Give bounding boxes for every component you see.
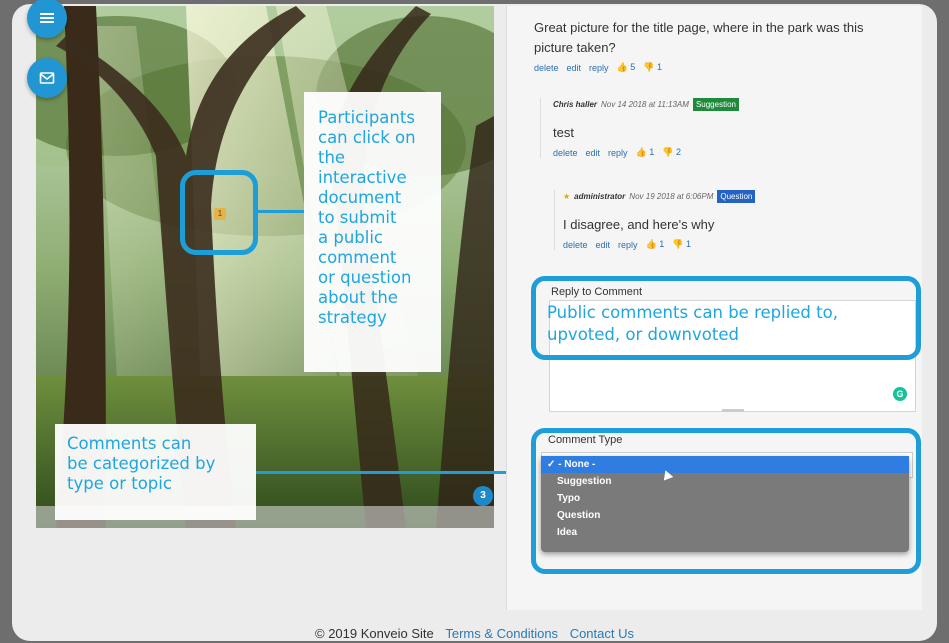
comment-date: Nov 14 2018 at 11:13AM [601, 100, 689, 109]
downvote-count: 2 [676, 147, 682, 157]
question-badge: Question [717, 190, 756, 203]
delete-link[interactable]: delete [553, 148, 578, 158]
comment-actions: delete edit reply 👍 1 👎 2 [553, 147, 914, 158]
upvote-count: 1 [649, 147, 655, 157]
callout-line: Public comments can be replied to, [547, 303, 838, 322]
callout-line: a public [318, 228, 384, 247]
thumbs-down-icon: 👎 [643, 62, 655, 72]
page-number-badge[interactable]: 3 [473, 486, 493, 506]
downvote-button[interactable]: 👎 2 [662, 147, 681, 158]
suggestion-badge: Suggestion [692, 98, 739, 111]
callout-line: Comments can [67, 434, 192, 453]
callout-line: document [318, 188, 402, 207]
thumbs-down-icon: 👎 [672, 239, 684, 249]
pin-callout-line [258, 210, 308, 213]
textarea-resize-handle[interactable] [722, 409, 744, 412]
comment-type-highlight-ring [531, 428, 921, 574]
mail-button[interactable] [27, 58, 67, 98]
thumbs-up-icon: 👍 [645, 239, 657, 249]
callout-line: Participants [318, 108, 415, 127]
thumbs-down-icon: 👎 [662, 147, 674, 157]
delete-link[interactable]: delete [563, 240, 588, 250]
terms-link[interactable]: Terms & Conditions [445, 626, 558, 641]
comment-reply-2: ★ administrator Nov 19 2018 at 6:06PM Qu… [554, 190, 914, 250]
downvote-button[interactable]: 👎 1 [672, 239, 691, 250]
upvote-button[interactable]: 👍 1 [636, 147, 655, 158]
hamburger-icon [40, 13, 54, 23]
upvote-count: 1 [659, 239, 665, 249]
upvote-button[interactable]: 👍 1 [646, 239, 665, 250]
callout-line: be categorized by [67, 454, 216, 473]
mail-icon [39, 72, 55, 84]
callout-line: about the [318, 288, 398, 307]
comment-date: Nov 19 2018 at 6:06PM [629, 192, 714, 201]
contact-link[interactable]: Contact Us [570, 626, 634, 641]
grammarly-icon[interactable]: G [893, 387, 907, 401]
copyright-text: © 2019 Konveio Site [315, 626, 434, 641]
comment-actions: delete edit reply 👍 1 👎 1 [563, 239, 914, 250]
reply-link[interactable]: reply [608, 148, 628, 158]
comment-top: Great picture for the title page, where … [534, 18, 914, 73]
interactive-document-callout: Participants can click on the interactiv… [304, 92, 441, 372]
callout-line: to submit [318, 208, 397, 227]
pin-highlight-ring [180, 170, 258, 255]
callout-line: comment [318, 248, 397, 267]
comment-actions: delete edit reply 👍 5 👎 1 [534, 62, 914, 73]
categorized-callout: Comments can be categorized by type or t… [55, 424, 256, 520]
comment-text-line: picture taken? [534, 40, 616, 55]
delete-link[interactable]: delete [534, 63, 559, 73]
callout-line: upvoted, or downvoted [547, 325, 739, 344]
upvote-button[interactable]: 👍 5 [617, 62, 636, 73]
reply-link[interactable]: reply [618, 240, 638, 250]
callout-line: or question [318, 268, 412, 287]
downvote-button[interactable]: 👎 1 [643, 62, 662, 73]
callout-line: the interactive [318, 148, 407, 187]
callout-line: strategy [318, 308, 387, 327]
reply-callout: Public comments can be replied to, upvot… [547, 302, 838, 346]
comment-author: Chris haller [553, 100, 598, 109]
edit-link[interactable]: edit [596, 240, 611, 250]
categorized-callout-line [256, 471, 531, 474]
site-footer: © 2019 Konveio Site Terms & Conditions C… [0, 626, 949, 641]
comment-text-line: Great picture for the title page, where … [534, 20, 864, 35]
comment-meta: Chris haller Nov 14 2018 at 11:13AM Sugg… [553, 98, 914, 111]
thumbs-up-icon: 👍 [635, 147, 647, 157]
comment-text: Great picture for the title page, where … [534, 18, 914, 58]
edit-link[interactable]: edit [586, 148, 601, 158]
thumbs-up-icon: 👍 [616, 62, 628, 72]
comment-meta: ★ administrator Nov 19 2018 at 6:06PM Qu… [563, 190, 914, 203]
comment-author: administrator [574, 192, 626, 201]
star-icon: ★ [563, 192, 571, 201]
upvote-count: 5 [630, 62, 636, 72]
callout-line: can click on [318, 128, 416, 147]
comment-reply-1: Chris haller Nov 14 2018 at 11:13AM Sugg… [540, 98, 914, 158]
downvote-count: 1 [686, 239, 692, 249]
reply-link[interactable]: reply [589, 63, 609, 73]
callout-line: type or topic [67, 474, 172, 493]
comment-text: test [553, 125, 574, 140]
downvote-count: 1 [657, 62, 663, 72]
edit-link[interactable]: edit [567, 63, 582, 73]
comment-text: I disagree, and here's why [563, 217, 715, 232]
